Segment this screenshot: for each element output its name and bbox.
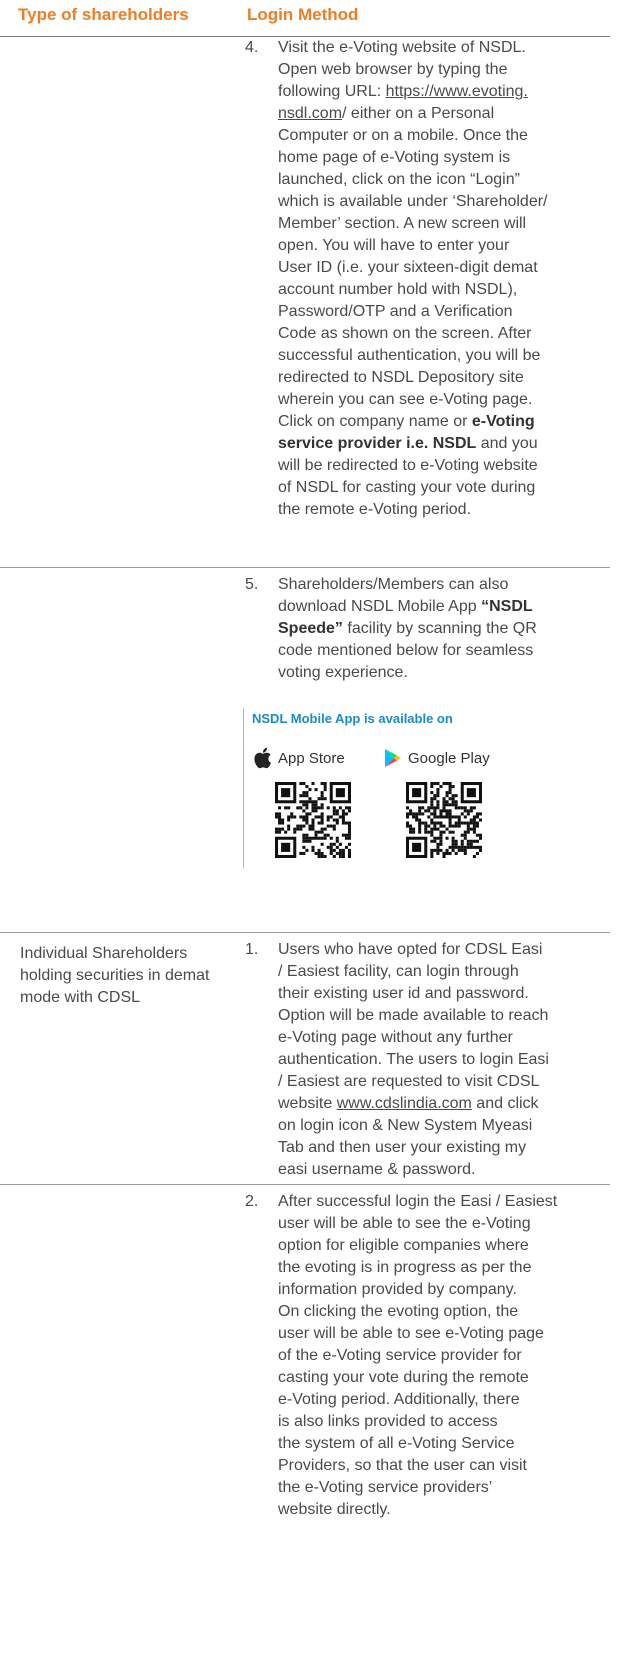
bold-text: Speede” bbox=[278, 620, 343, 637]
google-play-icon bbox=[385, 749, 401, 767]
bold-text: service provider i.e. NSDL bbox=[278, 435, 477, 452]
text-line: Shareholders/Members can also bbox=[278, 576, 509, 593]
text-line: which is available under ‘Shareholder/ bbox=[278, 193, 548, 210]
text-line: After successful login the Easi / Easies… bbox=[278, 1193, 558, 1210]
text-line: user will be able to see the e-Voting bbox=[278, 1215, 531, 1232]
text-line: the evoting is in progress as per the bbox=[278, 1259, 532, 1276]
text-line: e-Voting period. Additionally, there bbox=[278, 1391, 520, 1408]
text-line: successful authentication, you will be bbox=[278, 347, 541, 364]
google-play-label: Google Play bbox=[408, 749, 490, 767]
text-line[interactable]: nsdl.com/ either on a Personal bbox=[278, 103, 598, 125]
text-line: casting your vote during the remote bbox=[278, 1369, 529, 1386]
text-line: authentication. The users to login Easi bbox=[278, 1051, 549, 1068]
text-line: Tab and then user your existing my bbox=[278, 1139, 527, 1156]
text-line: / Easiest facility, can login through bbox=[278, 963, 519, 980]
link[interactable]: www.cdslindia.com bbox=[337, 1095, 472, 1112]
text-line: Open web browser by typing the bbox=[278, 61, 508, 78]
step-text: Shareholders/Members can also download NS… bbox=[278, 574, 598, 684]
step-number: 1. bbox=[245, 941, 259, 958]
app-box-border bbox=[243, 708, 244, 868]
text-line: option for eligible companies where bbox=[278, 1237, 529, 1254]
text-line: Providers, so that the user can visit bbox=[278, 1457, 527, 1474]
column-header-type: Type of shareholders bbox=[18, 5, 189, 24]
text-line: service provider i.e. NSDL and you bbox=[278, 435, 538, 452]
text-line: information provided by company. bbox=[278, 1281, 517, 1298]
app-store-qr-code[interactable] bbox=[275, 782, 351, 858]
text-line: download NSDL Mobile App “NSDL bbox=[278, 598, 533, 615]
column-header-login-method: Login Method bbox=[247, 5, 359, 24]
text-line: on login icon & New System Myeasi bbox=[278, 1117, 533, 1134]
row-divider bbox=[0, 567, 610, 568]
bold-text: e-Voting bbox=[471, 413, 535, 430]
text-line: Visit the e-Voting website of NSDL. bbox=[278, 39, 526, 56]
link[interactable]: nsdl.com bbox=[278, 105, 342, 122]
text-line: Computer or on a mobile. Once the bbox=[278, 127, 528, 144]
text-line: of NSDL for casting your vote during bbox=[278, 479, 536, 496]
step-number: 2. bbox=[245, 1193, 259, 1210]
text-line: redirected to NSDL Depository site bbox=[278, 369, 524, 386]
text-line: launched, click on the icon “Login” bbox=[278, 171, 520, 188]
app-box-title: NSDL Mobile App is available on bbox=[252, 711, 453, 726]
text-line: easi username & password. bbox=[278, 1161, 476, 1178]
text-line: On clicking the evoting option, the bbox=[278, 1303, 519, 1320]
text-line: open. You will have to enter your bbox=[278, 237, 510, 254]
text-line: Member’ section. A new screen will bbox=[278, 215, 527, 232]
step-text: Users who have opted for CDSL Easi / Easi… bbox=[278, 939, 598, 1181]
text-line: home page of e-Voting system is bbox=[278, 149, 511, 166]
link[interactable]: https://www.evoting. bbox=[386, 83, 528, 100]
text-line: the system of all e-Voting Service bbox=[278, 1435, 515, 1452]
text-line: the remote e-Voting period. bbox=[278, 501, 472, 518]
text-line[interactable]: website www.cdslindia.com and click bbox=[278, 1093, 598, 1115]
text-line: user will be able to see e-Voting page bbox=[278, 1325, 544, 1342]
text-line[interactable]: following URL: https://www.evoting. bbox=[278, 81, 598, 103]
text-line: Password/OTP and a Verification bbox=[278, 303, 513, 320]
text-line: wherein you can see e-Voting page. bbox=[278, 391, 533, 408]
google-play-qr-code[interactable] bbox=[406, 782, 482, 858]
text-line: voting experience. bbox=[278, 664, 408, 681]
apple-icon bbox=[254, 747, 271, 769]
text-line: e-Voting page without any further bbox=[278, 1029, 513, 1046]
shareholder-type-cdsl: Individual Shareholders holding securiti… bbox=[20, 945, 210, 1006]
text-line: the e-Voting service providers’ bbox=[278, 1479, 493, 1496]
text-line: code mentioned below for seamless bbox=[278, 642, 534, 659]
step-number: 4. bbox=[245, 39, 259, 56]
text-line: will be redirected to e-Voting website bbox=[278, 457, 538, 474]
row-divider bbox=[0, 932, 610, 933]
text-line: / Easiest are requested to visit CDSL bbox=[278, 1073, 540, 1090]
app-store-label: App Store bbox=[278, 749, 345, 767]
step-text: Visit the e-Voting website of NSDL. Open … bbox=[278, 37, 598, 521]
text-line: Code as shown on the screen. After bbox=[278, 325, 532, 342]
app-store-badge[interactable]: App Store bbox=[252, 745, 345, 771]
text-line: website directly. bbox=[278, 1501, 391, 1518]
text-line: their existing user id and password. bbox=[278, 985, 529, 1002]
text-line: User ID (i.e. your sixteen-digit demat bbox=[278, 259, 538, 276]
text-line: Speede” facility by scanning the QR bbox=[278, 620, 537, 637]
text-line: account number hold with NSDL), bbox=[278, 281, 518, 298]
text-line: Click on company name or e-Voting bbox=[278, 413, 535, 430]
row-divider bbox=[0, 1184, 610, 1185]
text-line: Option will be made available to reach bbox=[278, 1007, 549, 1024]
text-line: is also links provided to access bbox=[278, 1413, 498, 1430]
text-line: Users who have opted for CDSL Easi bbox=[278, 941, 543, 958]
table-header: Type of shareholders Login Method bbox=[0, 0, 610, 37]
bold-text: “NSDL bbox=[481, 598, 533, 615]
step-number: 5. bbox=[245, 576, 259, 593]
step-text: After successful login the Easi / Easies… bbox=[278, 1191, 598, 1521]
google-play-badge[interactable]: Google Play bbox=[384, 745, 490, 771]
text-line: of the e-Voting service provider for bbox=[278, 1347, 522, 1364]
